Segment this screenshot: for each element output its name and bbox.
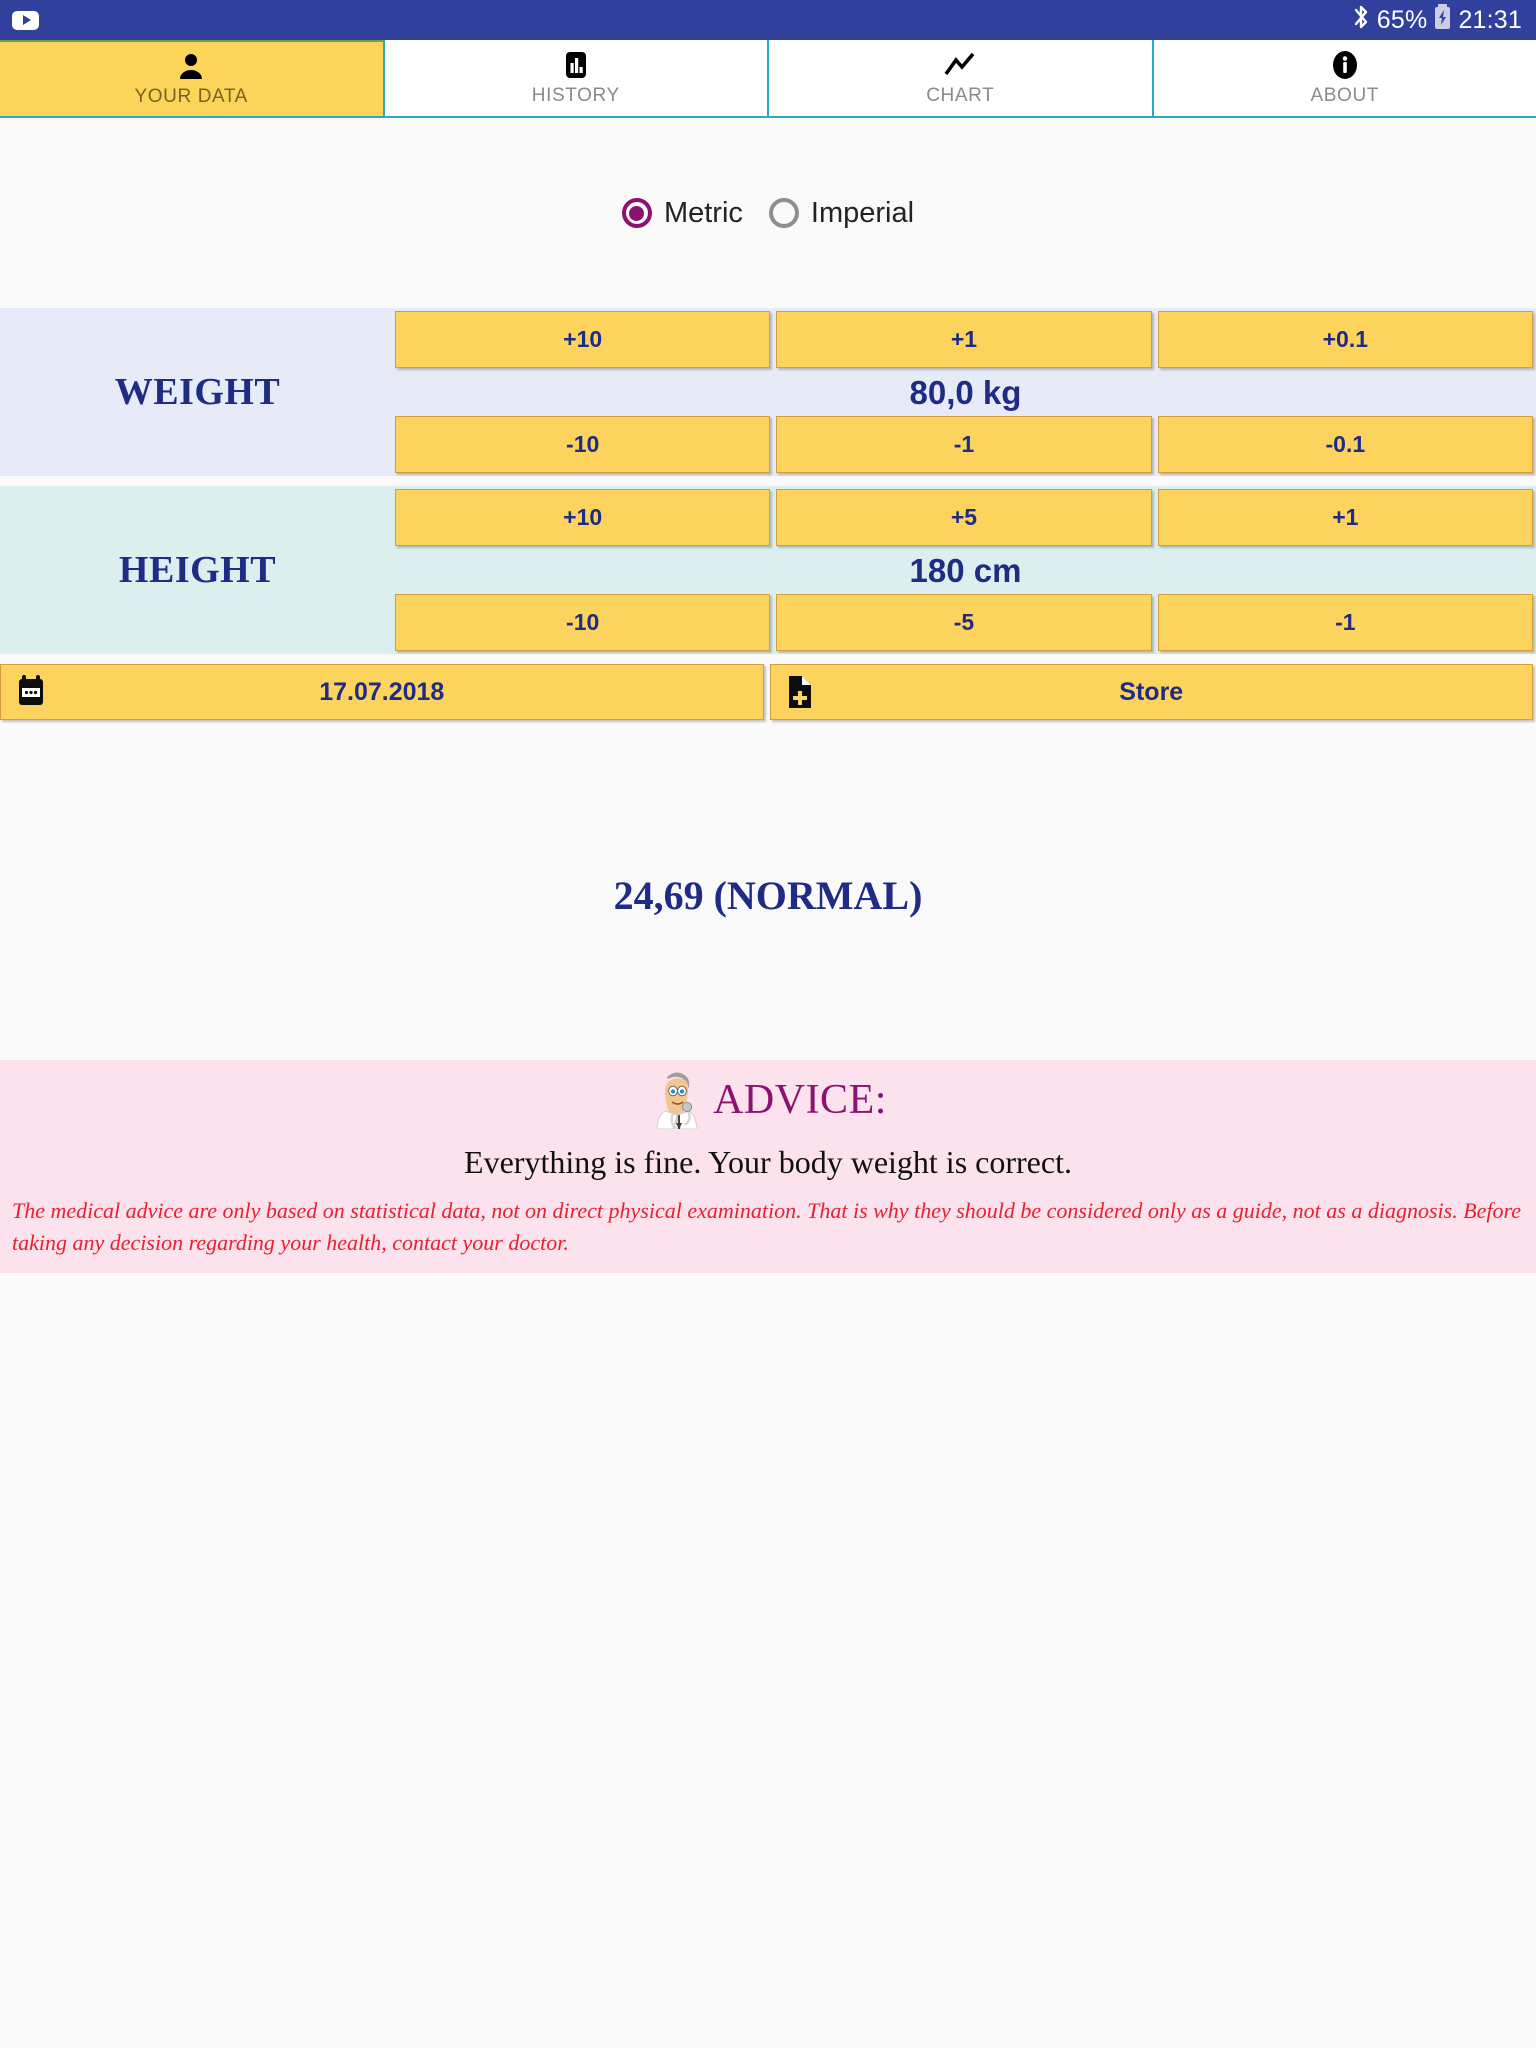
weight-plus-10-button[interactable]: +10 [395,311,771,368]
tab-your-data-label: YOUR DATA [134,85,248,107]
page-background-filler [0,1272,1536,1813]
height-plus-1-button[interactable]: +1 [1157,489,1533,546]
weight-minus-1-button[interactable]: -1 [776,416,1152,473]
info-icon [1331,50,1359,80]
tab-about-label: ABOUT [1310,84,1379,106]
advice-disclaimer: The medical advice are only based on sta… [12,1198,1522,1255]
weight-increment-row: +10 +1 +0.1 [395,311,1536,368]
radio-metric-label: Metric [663,196,743,229]
advice-message: Everything is fine. Your body weight is … [464,1144,1072,1180]
height-value: 180 cm [909,551,1022,589]
action-row: 17.07.2018 Store [0,664,1536,720]
tab-your-data[interactable]: YOUR DATA [0,40,385,116]
bluetooth-icon [1352,4,1370,37]
date-picker-button[interactable]: 17.07.2018 [0,664,764,720]
weight-plus-1-button[interactable]: +1 [776,311,1152,368]
bmi-result: 24,69 (NORMAL) [613,872,923,918]
tab-chart-label: CHART [926,84,995,106]
radio-option-metric[interactable]: Metric [621,196,743,230]
tab-history[interactable]: HISTORY [384,40,769,116]
battery-percent-label: 65% [1376,5,1428,34]
height-minus-1-button[interactable]: -1 [1157,594,1533,651]
radio-imperial-label: Imperial [810,196,915,229]
height-plus-5-button[interactable]: +5 [776,489,1152,546]
bmi-result-zone: 24,69 (NORMAL) [0,730,1536,1060]
height-plus-10-button[interactable]: +10 [395,489,771,546]
tab-about[interactable]: ABOUT [1153,40,1536,116]
height-controls: +10 +5 +1 180 cm -10 -5 -1 [395,486,1536,654]
advice-header: ADVICE: [0,1068,1536,1132]
advice-panel: ADVICE: Everything is fine. Your body we… [0,1060,1536,1273]
radio-option-imperial[interactable]: Imperial [768,196,915,230]
weight-plus-0.1-button[interactable]: +0.1 [1157,311,1533,368]
person-icon [177,51,205,81]
store-label: Store [1119,677,1184,706]
date-label: 17.07.2018 [319,677,445,706]
bar-chart-icon [563,50,589,80]
doctor-icon [649,1067,705,1134]
height-minus-5-button[interactable]: -5 [776,594,1152,651]
weight-minus-0.1-button[interactable]: -0.1 [1157,416,1533,473]
file-plus-icon [785,674,815,710]
status-bar-clock: 21:31 [1458,5,1522,34]
weight-minus-10-button[interactable]: -10 [395,416,771,473]
line-chart-icon [943,50,977,80]
weight-value: 80,0 kg [909,373,1022,411]
battery-charging-icon [1434,4,1451,36]
status-bar-right: 65% 21:31 [1352,4,1522,37]
height-increment-row: +10 +5 +1 [395,489,1536,546]
radio-imperial-icon[interactable] [768,198,799,228]
tab-history-label: HISTORY [531,84,620,106]
status-bar-left [12,10,39,30]
height-decrement-row: -10 -5 -1 [395,594,1536,651]
advice-title: ADVICE: [713,1077,887,1123]
weight-title: WEIGHT [114,371,281,413]
weight-decrement-row: -10 -1 -0.1 [395,416,1536,473]
youtube-icon [12,10,39,30]
weight-panel: WEIGHT +10 +1 +0.1 80,0 kg -10 -1 -0.1 [0,308,1536,476]
height-title: HEIGHT [118,549,277,591]
radio-metric-icon[interactable] [621,198,652,228]
units-selector: Metric Imperial [0,118,1536,308]
tab-chart[interactable]: CHART [769,40,1154,116]
height-panel: HEIGHT +10 +5 +1 180 cm -10 -5 -1 [0,486,1536,654]
store-button[interactable]: Store [769,664,1533,720]
weight-controls: +10 +1 +0.1 80,0 kg -10 -1 -0.1 [395,308,1536,476]
height-minus-10-button[interactable]: -10 [395,594,771,651]
tab-bar: YOUR DATA HISTORY CHART ABOUT [0,40,1536,118]
calendar-icon [15,675,47,709]
status-bar: 65% 21:31 [0,0,1536,40]
